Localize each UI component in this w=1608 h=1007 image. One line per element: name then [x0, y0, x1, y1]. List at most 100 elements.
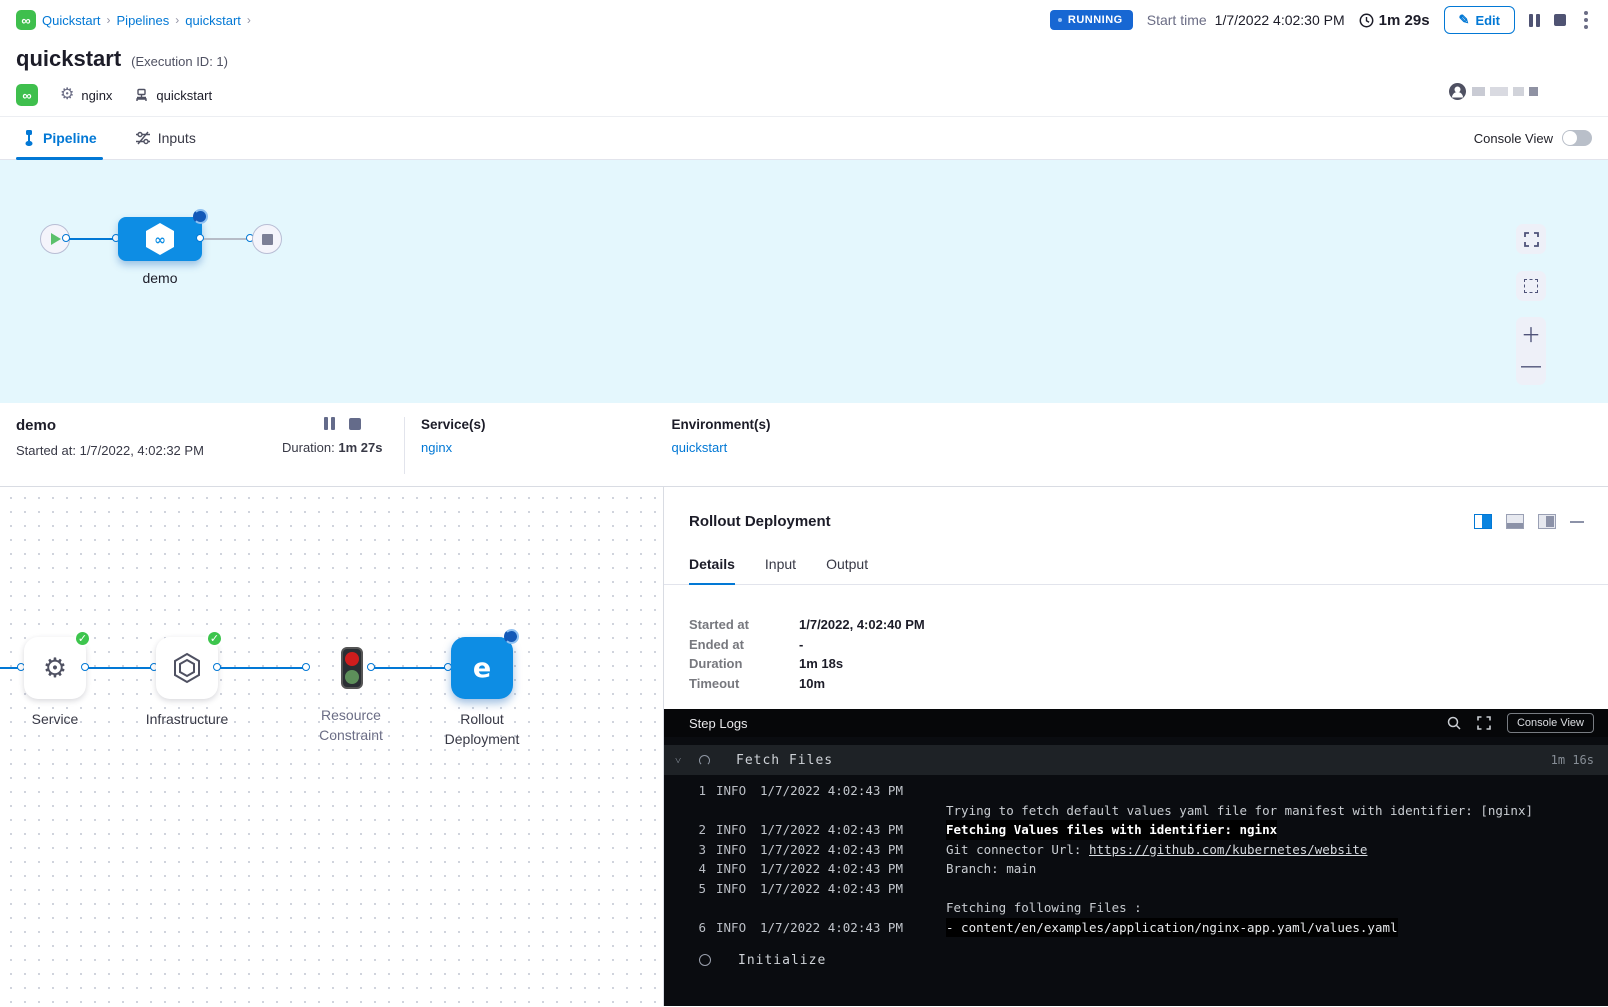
console-view-toggle[interactable]: [1562, 130, 1592, 146]
page-title: quickstart: [16, 46, 121, 72]
detail-row: Duration 1m 18s: [689, 654, 1608, 674]
more-options-button[interactable]: [1580, 9, 1592, 31]
cd-stage-icon: ∞: [143, 221, 177, 257]
view-tabbar: Pipeline Inputs Console View: [0, 116, 1608, 160]
redacted-text: [1529, 87, 1538, 96]
user-avatar-group: [1448, 82, 1538, 101]
selection-mode-button[interactable]: [1516, 271, 1546, 301]
redacted-text: [1513, 87, 1524, 96]
tab-pipeline[interactable]: Pipeline: [16, 117, 103, 159]
play-icon: [51, 233, 61, 245]
step-node-resource-constraint[interactable]: [341, 647, 363, 689]
avatar-icon: [1448, 82, 1467, 101]
environment-link[interactable]: quickstart: [672, 440, 728, 455]
start-time-label: Start time: [1147, 12, 1207, 28]
success-check-icon: ✓: [206, 630, 223, 647]
search-icon[interactable]: [1447, 716, 1461, 730]
stage-stop-button[interactable]: [349, 418, 361, 430]
stage-name: demo: [16, 417, 282, 434]
chevron-right-icon: ›: [247, 13, 251, 27]
divider: [404, 417, 405, 474]
detail-label: Ended at: [689, 635, 799, 655]
expand-logs-icon[interactable]: [1477, 716, 1491, 730]
step-label-rollout-deployment: Rollout Deployment: [427, 709, 537, 749]
tab-input[interactable]: Input: [765, 556, 796, 584]
log-line: 2INFO1/7/2022 4:02:43 PMFetching Values …: [664, 820, 1608, 840]
detail-row: Timeout 10m: [689, 674, 1608, 694]
status-badge: RUNNING: [1050, 10, 1133, 30]
log-section-duration: 1m 16s: [1551, 753, 1594, 767]
stage-info-bar: demo Started at: 1/7/2022, 4:02:32 PM Du…: [0, 403, 1608, 487]
detail-row: Ended at -: [689, 635, 1608, 655]
breadcrumb-project[interactable]: Quickstart: [42, 13, 101, 28]
stage-node-demo[interactable]: ∞: [118, 217, 202, 261]
step-logs-header: Step Logs Console View: [664, 709, 1608, 737]
log-line: 3INFO1/7/2022 4:02:43 PMGit connector Ur…: [664, 840, 1608, 860]
tab-inputs[interactable]: Inputs: [129, 117, 202, 159]
traffic-light-red-icon: [345, 652, 359, 666]
minimize-panel-button[interactable]: [1570, 521, 1584, 523]
pipeline-canvas[interactable]: ∞ demo ＋ —: [0, 160, 1608, 403]
pause-execution-button[interactable]: [1529, 14, 1540, 27]
detail-label: Timeout: [689, 674, 799, 694]
layout-right-view-button[interactable]: [1538, 514, 1556, 529]
pipeline-icon: [22, 130, 36, 146]
log-line: Fetching following Files :: [664, 898, 1608, 918]
step-panel-title: Rollout Deployment: [689, 513, 831, 530]
tab-details[interactable]: Details: [689, 556, 735, 584]
fullscreen-button[interactable]: [1516, 224, 1546, 254]
tab-output[interactable]: Output: [826, 556, 868, 584]
edge: [86, 667, 156, 669]
environment-meta[interactable]: quickstart: [134, 88, 212, 103]
zoom-out-button[interactable]: —: [1521, 351, 1541, 381]
step-label-service: Service: [10, 709, 100, 729]
edge: [372, 667, 451, 669]
start-time-value: 1/7/2022 4:02:30 PM: [1215, 12, 1345, 28]
meta-row: ∞ ⚙ nginx quickstart: [0, 72, 1608, 116]
log-link-git-url[interactable]: https://github.com/kubernetes/website: [1089, 842, 1367, 857]
zoom-in-button[interactable]: ＋: [1521, 321, 1541, 351]
edge-dot: [302, 663, 310, 671]
breadcrumb-pipelines[interactable]: Pipelines: [117, 13, 170, 28]
step-node-rollout-deployment[interactable]: e: [451, 637, 513, 699]
elapsed-time: 1m 29s: [1379, 12, 1430, 29]
top-header: ∞ Quickstart › Pipelines › quickstart › …: [0, 0, 1608, 40]
stage-pause-button[interactable]: [324, 417, 335, 430]
breadcrumb-pipeline-name[interactable]: quickstart: [185, 13, 241, 28]
step-node-infrastructure[interactable]: ✓: [156, 637, 218, 699]
stage-execution-canvas[interactable]: ⚙ ✓ Service ✓ Infrastructure Resource Co…: [0, 487, 664, 1006]
detail-value: 1/7/2022, 4:02:40 PM: [799, 615, 925, 635]
log-section-name: Fetch Files: [736, 753, 833, 768]
execution-id: (Execution ID: 1): [131, 54, 228, 69]
log-line: Trying to fetch default values yaml file…: [664, 801, 1608, 821]
log-section-initialize[interactable]: Initialize: [664, 947, 1608, 973]
stop-execution-button[interactable]: [1554, 14, 1566, 26]
step-label-resource-constraint: Resource Constraint: [301, 705, 401, 745]
duration-label: Duration:: [282, 440, 335, 455]
edge-dot: [367, 663, 375, 671]
service-link[interactable]: nginx: [421, 440, 452, 455]
detail-row: Started at 1/7/2022, 4:02:40 PM: [689, 615, 1608, 635]
rollout-deployment-icon: e: [473, 653, 491, 684]
layout-split-view-button[interactable]: [1474, 514, 1492, 529]
pipeline-end-node[interactable]: [252, 224, 282, 254]
log-line: 1INFO1/7/2022 4:02:43 PM: [664, 781, 1608, 801]
detail-label: Started at: [689, 615, 799, 635]
log-line: 6INFO1/7/2022 4:02:43 PM- content/en/exa…: [664, 918, 1608, 938]
running-spinner-icon: [193, 209, 208, 224]
layout-bottom-view-button[interactable]: [1506, 514, 1524, 529]
clock-icon: [1359, 13, 1374, 28]
console-view-button[interactable]: Console View: [1507, 713, 1594, 733]
redacted-text: [1472, 87, 1485, 96]
page-title-row: quickstart (Execution ID: 1): [0, 40, 1608, 72]
log-viewer[interactable]: ˅ Fetch Files 1m 16s 1INFO1/7/2022 4:02:…: [664, 737, 1608, 1006]
chevron-right-icon: ›: [107, 13, 111, 27]
edit-button[interactable]: ✎ Edit: [1444, 6, 1515, 34]
service-meta[interactable]: ⚙ nginx: [60, 87, 112, 103]
log-section-fetch-files[interactable]: ˅ Fetch Files 1m 16s: [664, 745, 1608, 775]
detail-label: Duration: [689, 654, 799, 674]
edge-dot: [213, 663, 221, 671]
pencil-icon: ✎: [1459, 12, 1470, 28]
step-node-service[interactable]: ⚙ ✓: [24, 637, 86, 699]
detail-value: 10m: [799, 674, 825, 694]
